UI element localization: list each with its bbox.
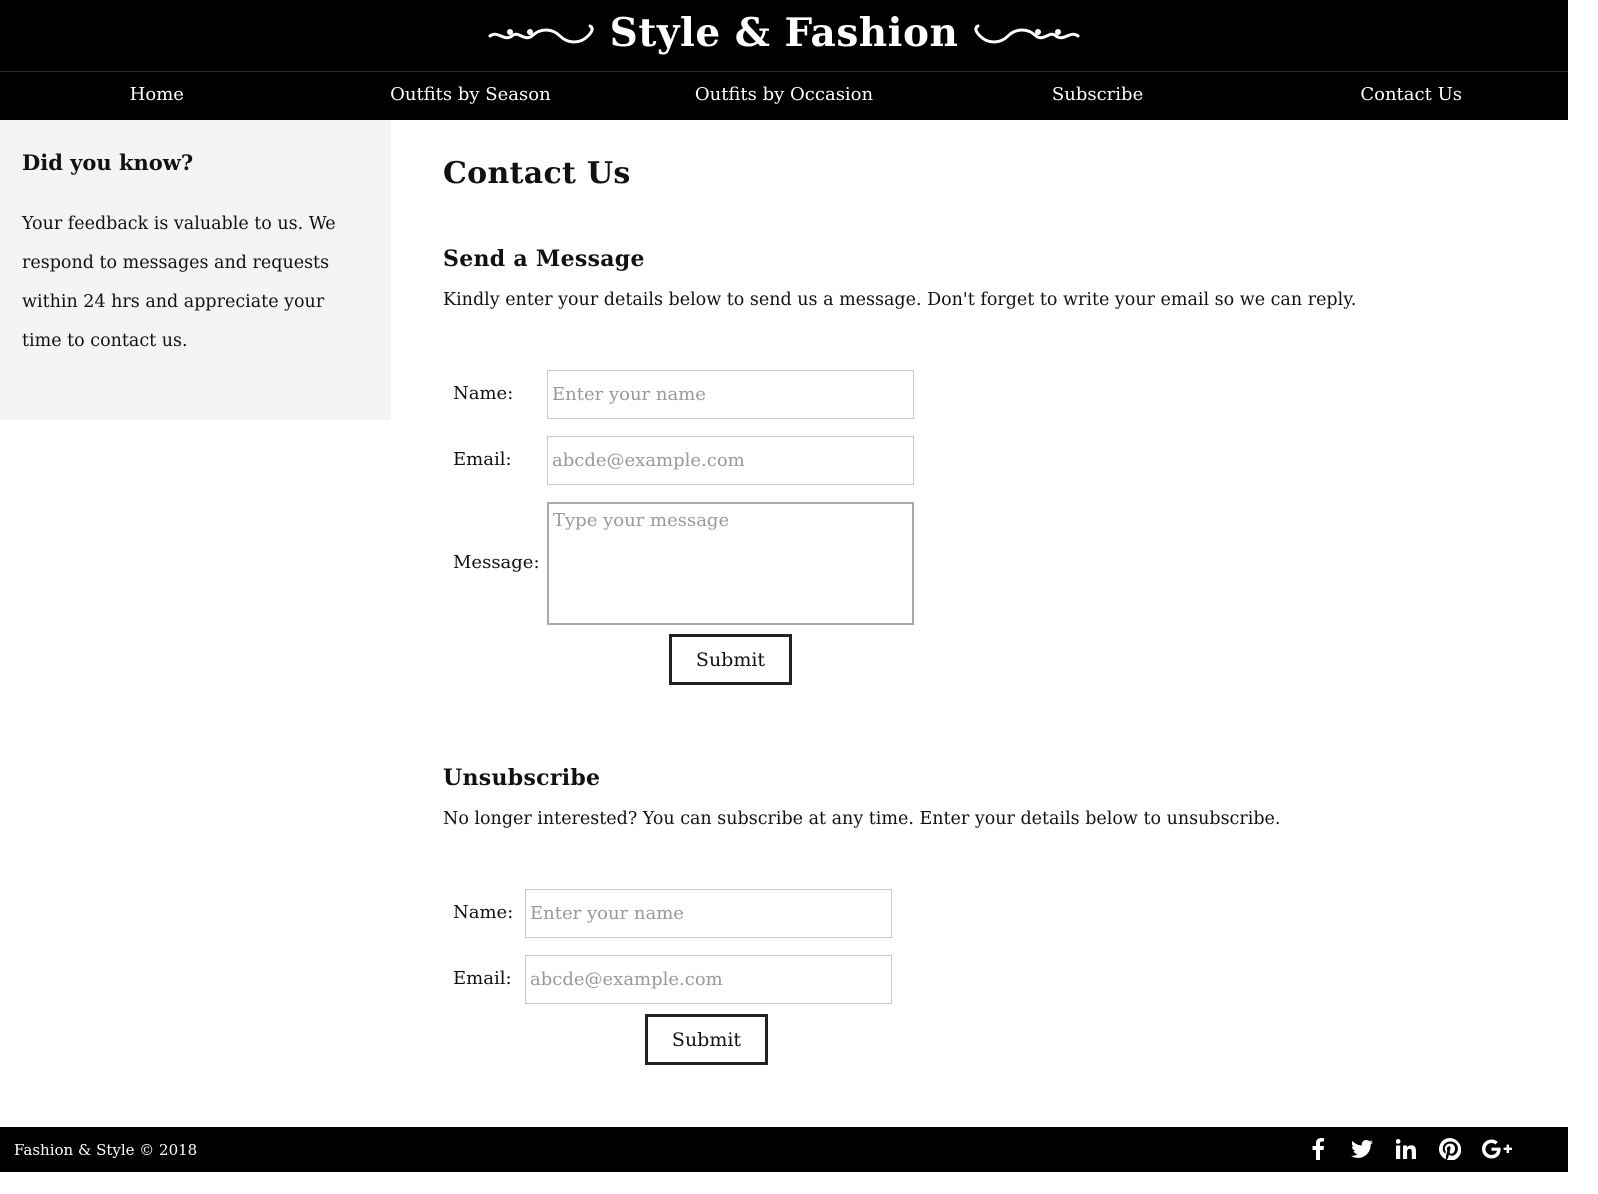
unsubscribe-description: No longer interested? You can subscribe … xyxy=(443,809,1281,829)
nav-home[interactable]: Home xyxy=(0,72,314,120)
nav-outfits-by-season[interactable]: Outfits by Season xyxy=(314,72,628,120)
linkedin-icon[interactable] xyxy=(1394,1137,1418,1161)
copyright-text: Fashion & Style © 2018 xyxy=(14,1141,198,1159)
message-label: Message: xyxy=(453,552,540,573)
social-links xyxy=(1306,1137,1512,1161)
send-message-submit-button[interactable]: Submit xyxy=(669,634,792,685)
page-title: Contact Us xyxy=(443,156,631,191)
send-message-description: Kindly enter your details below to send … xyxy=(443,290,1357,310)
twitter-icon[interactable] xyxy=(1350,1137,1374,1161)
google-plus-icon[interactable] xyxy=(1482,1137,1512,1161)
name-input[interactable]: Enter your name xyxy=(547,370,914,419)
sidebar-text: Your feedback is valuable to us. We resp… xyxy=(22,214,336,351)
email-input[interactable]: abcde@example.com xyxy=(547,436,914,485)
unsubscribe-submit-button[interactable]: Submit xyxy=(645,1014,768,1065)
site-title[interactable]: Style & Fashion xyxy=(610,10,959,56)
unsubscribe-email-input[interactable]: abcde@example.com xyxy=(525,955,892,1004)
site-header: Style & Fashion xyxy=(0,0,1568,72)
left-flourish-icon xyxy=(488,24,594,43)
nav-subscribe[interactable]: Subscribe xyxy=(941,72,1255,120)
facebook-icon[interactable] xyxy=(1306,1137,1330,1161)
unsubscribe-name-input[interactable]: Enter your name xyxy=(525,889,892,938)
message-textarea[interactable]: Type your message xyxy=(547,502,914,625)
email-label: Email: xyxy=(453,449,512,470)
scrollbar[interactable] xyxy=(1568,0,1598,1194)
brand: Style & Fashion xyxy=(488,10,1081,56)
sidebar-title: Did you know? xyxy=(22,150,194,175)
main-content: Contact Us Send a Message Kindly enter y… xyxy=(443,120,1543,1065)
name-label: Name: xyxy=(453,383,514,404)
unsubscribe-email-label: Email: xyxy=(453,968,512,989)
nav-outfits-by-occasion[interactable]: Outfits by Occasion xyxy=(627,72,941,120)
right-flourish-icon xyxy=(974,24,1080,43)
pinterest-icon[interactable] xyxy=(1438,1137,1462,1161)
unsubscribe-title: Unsubscribe xyxy=(443,765,601,791)
main-nav: Home Outfits by Season Outfits by Occasi… xyxy=(0,72,1568,120)
unsubscribe-name-label: Name: xyxy=(453,902,514,923)
send-message-title: Send a Message xyxy=(443,246,645,272)
site-footer: Fashion & Style © 2018 xyxy=(0,1127,1568,1172)
sidebar: Did you know? Your feedback is valuable … xyxy=(0,120,391,420)
nav-contact-us[interactable]: Contact Us xyxy=(1254,72,1568,120)
